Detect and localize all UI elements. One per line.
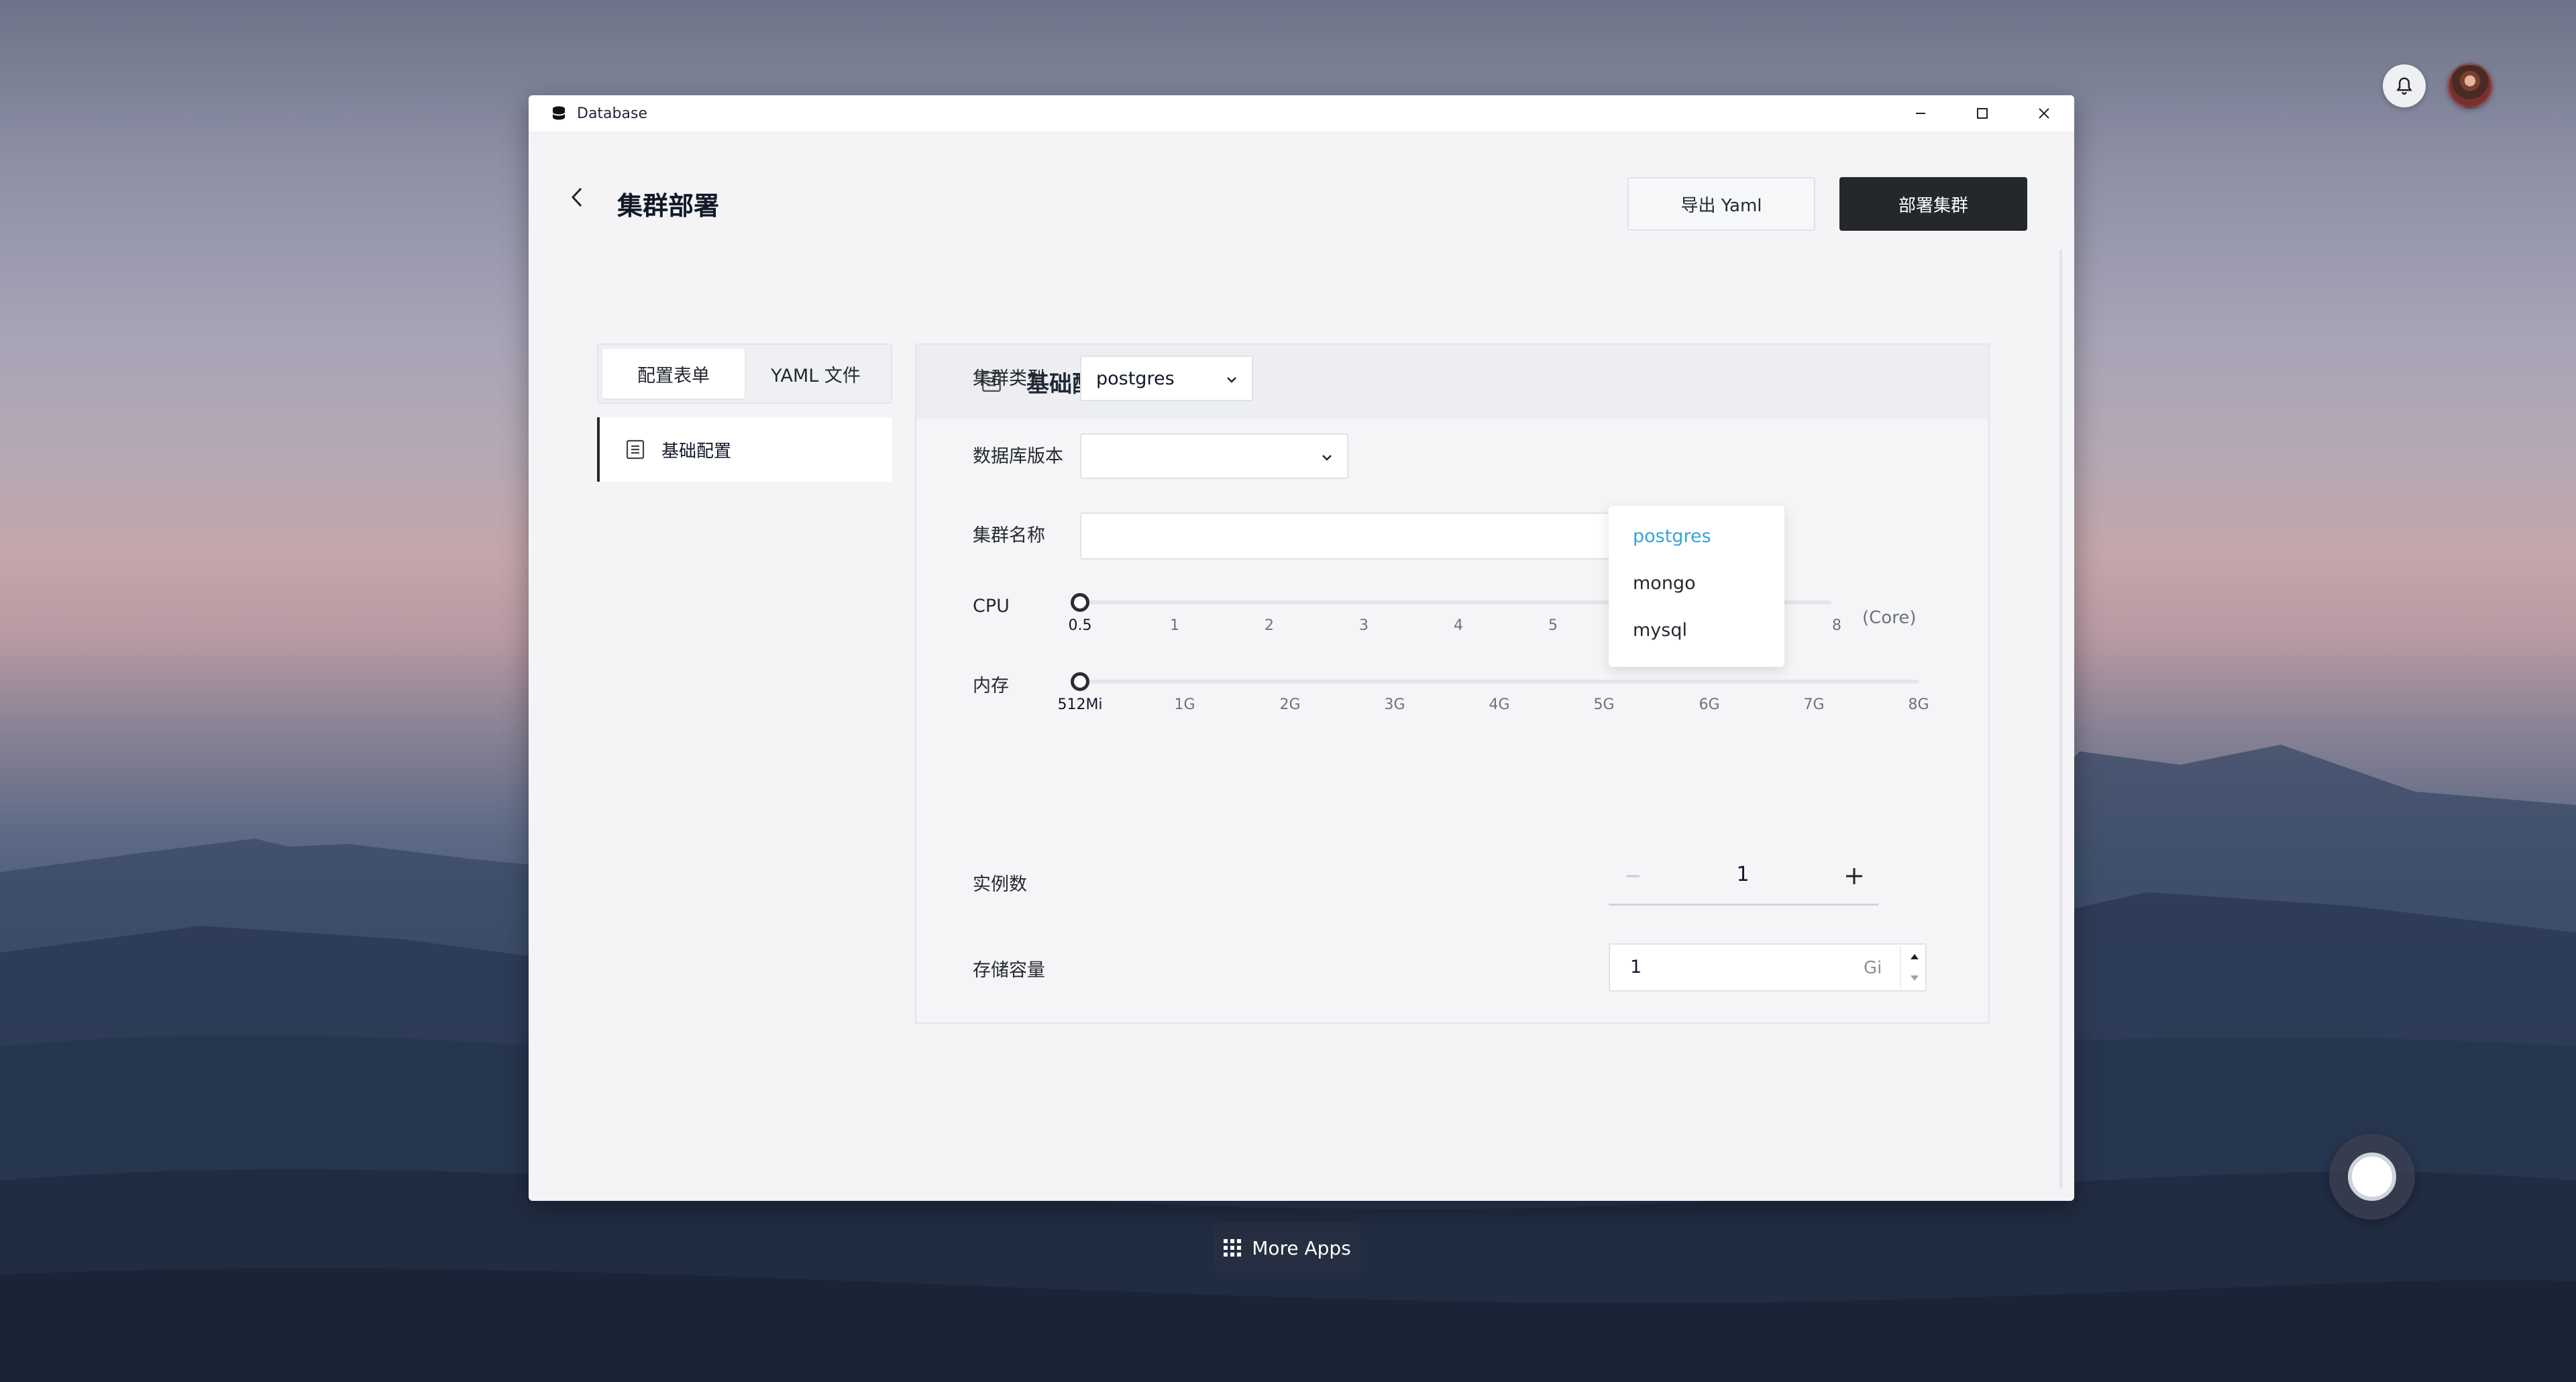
chevron-down-icon — [1322, 455, 1332, 461]
more-apps-button[interactable]: More Apps — [1214, 1222, 1360, 1273]
back-button[interactable] — [564, 184, 590, 211]
replicas-stepper: 1 — [1609, 853, 1878, 906]
circle-icon — [2348, 1153, 2396, 1201]
maximize-button[interactable] — [1952, 95, 2012, 131]
user-avatar[interactable] — [2447, 63, 2493, 109]
section-header: 基础配置 — [916, 345, 1988, 419]
memory-tick: 8G — [1908, 696, 1929, 713]
db-version-select[interactable] — [1080, 433, 1348, 479]
chevron-left-icon — [571, 187, 582, 207]
document-icon — [626, 439, 645, 460]
minimize-icon — [1916, 113, 1925, 114]
nav-item-basic-config[interactable]: 基础配置 — [597, 417, 892, 482]
storage-input[interactable]: 1 Gi — [1609, 943, 1927, 992]
memory-tick: 6G — [1699, 696, 1720, 713]
storage-label: 存储容量 — [973, 960, 1045, 981]
bell-icon — [2396, 77, 2412, 95]
caret-up-icon[interactable] — [1908, 950, 1921, 963]
window-title: Database — [577, 105, 647, 122]
database-app-window: Database 集群部署 导出 Yaml 部署集群 配置表单 YAML 文件 … — [529, 95, 2074, 1201]
memory-tick: 512Mi — [1057, 696, 1103, 713]
minimize-button[interactable] — [1890, 95, 1951, 131]
increment-button[interactable] — [1841, 863, 1868, 890]
form-mode-tabs: 配置表单 YAML 文件 — [597, 343, 892, 404]
cluster-name-label: 集群名称 — [973, 525, 1045, 546]
cpu-tick: 8 — [1832, 617, 1841, 634]
memory-tick: 4G — [1489, 696, 1510, 713]
cluster-type-dropdown: postgres mongo mysql — [1609, 506, 1784, 667]
decrement-button[interactable] — [1619, 863, 1646, 890]
more-apps-label: More Apps — [1252, 1236, 1351, 1259]
memory-tick: 2G — [1279, 696, 1301, 713]
database-icon — [553, 106, 565, 120]
memory-tick: 3G — [1384, 696, 1405, 713]
deploy-cluster-button[interactable]: 部署集群 — [1839, 177, 2027, 231]
memory-tick: 5G — [1593, 696, 1615, 713]
storage-unit: Gi — [1864, 958, 1882, 978]
minus-icon — [1626, 875, 1640, 878]
cluster-type-label: 集群类型 — [973, 368, 1045, 389]
export-yaml-button[interactable]: 导出 Yaml — [1627, 177, 1815, 231]
tab-yaml-file[interactable]: YAML 文件 — [745, 349, 887, 398]
cluster-type-select[interactable]: postgres — [1080, 356, 1253, 401]
app-grid-icon — [1224, 1239, 1242, 1257]
storage-value: 1 — [1630, 957, 1642, 977]
scrollbar[interactable] — [2059, 250, 2062, 1189]
cpu-slider-handle[interactable] — [1071, 593, 1089, 612]
plus-icon — [1846, 868, 1862, 884]
notification-bell-button[interactable] — [2383, 64, 2426, 107]
cluster-type-value: postgres — [1096, 368, 1175, 389]
cluster-name-input[interactable] — [1080, 513, 1645, 560]
cpu-tick: 4 — [1454, 617, 1463, 634]
cpu-tick: 0.5 — [1068, 617, 1092, 634]
nav-item-label: 基础配置 — [661, 441, 732, 462]
cpu-tick: 5 — [1548, 617, 1558, 634]
memory-slider-handle[interactable] — [1071, 672, 1089, 691]
memory-slider-track[interactable] — [1080, 680, 1919, 684]
page-header: 集群部署 导出 Yaml 部署集群 — [529, 131, 2074, 246]
memory-tick: 7G — [1803, 696, 1825, 713]
memory-label: 内存 — [973, 676, 1009, 696]
close-button[interactable] — [2014, 95, 2074, 131]
floating-assistant-button[interactable] — [2329, 1134, 2415, 1220]
maximize-icon — [1977, 108, 1988, 119]
cpu-tick: 3 — [1359, 617, 1368, 634]
cpu-tick: 1 — [1170, 617, 1179, 634]
replicas-value[interactable]: 1 — [1709, 863, 1776, 886]
chevron-down-icon — [1227, 377, 1236, 383]
cpu-unit: (Core) — [1862, 608, 1917, 628]
memory-tick: 1G — [1174, 696, 1195, 713]
cpu-tick: 2 — [1265, 617, 1274, 634]
storage-spinner — [1900, 946, 1927, 989]
caret-down-icon[interactable] — [1908, 971, 1921, 985]
option-mysql[interactable]: mysql — [1609, 606, 1784, 653]
cpu-label: CPU — [973, 596, 1010, 617]
close-icon — [2039, 108, 2049, 119]
option-postgres[interactable]: postgres — [1609, 513, 1784, 560]
option-mongo[interactable]: mongo — [1609, 560, 1784, 606]
db-version-label: 数据库版本 — [973, 446, 1063, 467]
window-titlebar: Database — [529, 95, 2074, 131]
replicas-label: 实例数 — [973, 874, 1027, 895]
page-title: 集群部署 — [617, 191, 720, 221]
tab-config-form[interactable]: 配置表单 — [602, 349, 745, 398]
